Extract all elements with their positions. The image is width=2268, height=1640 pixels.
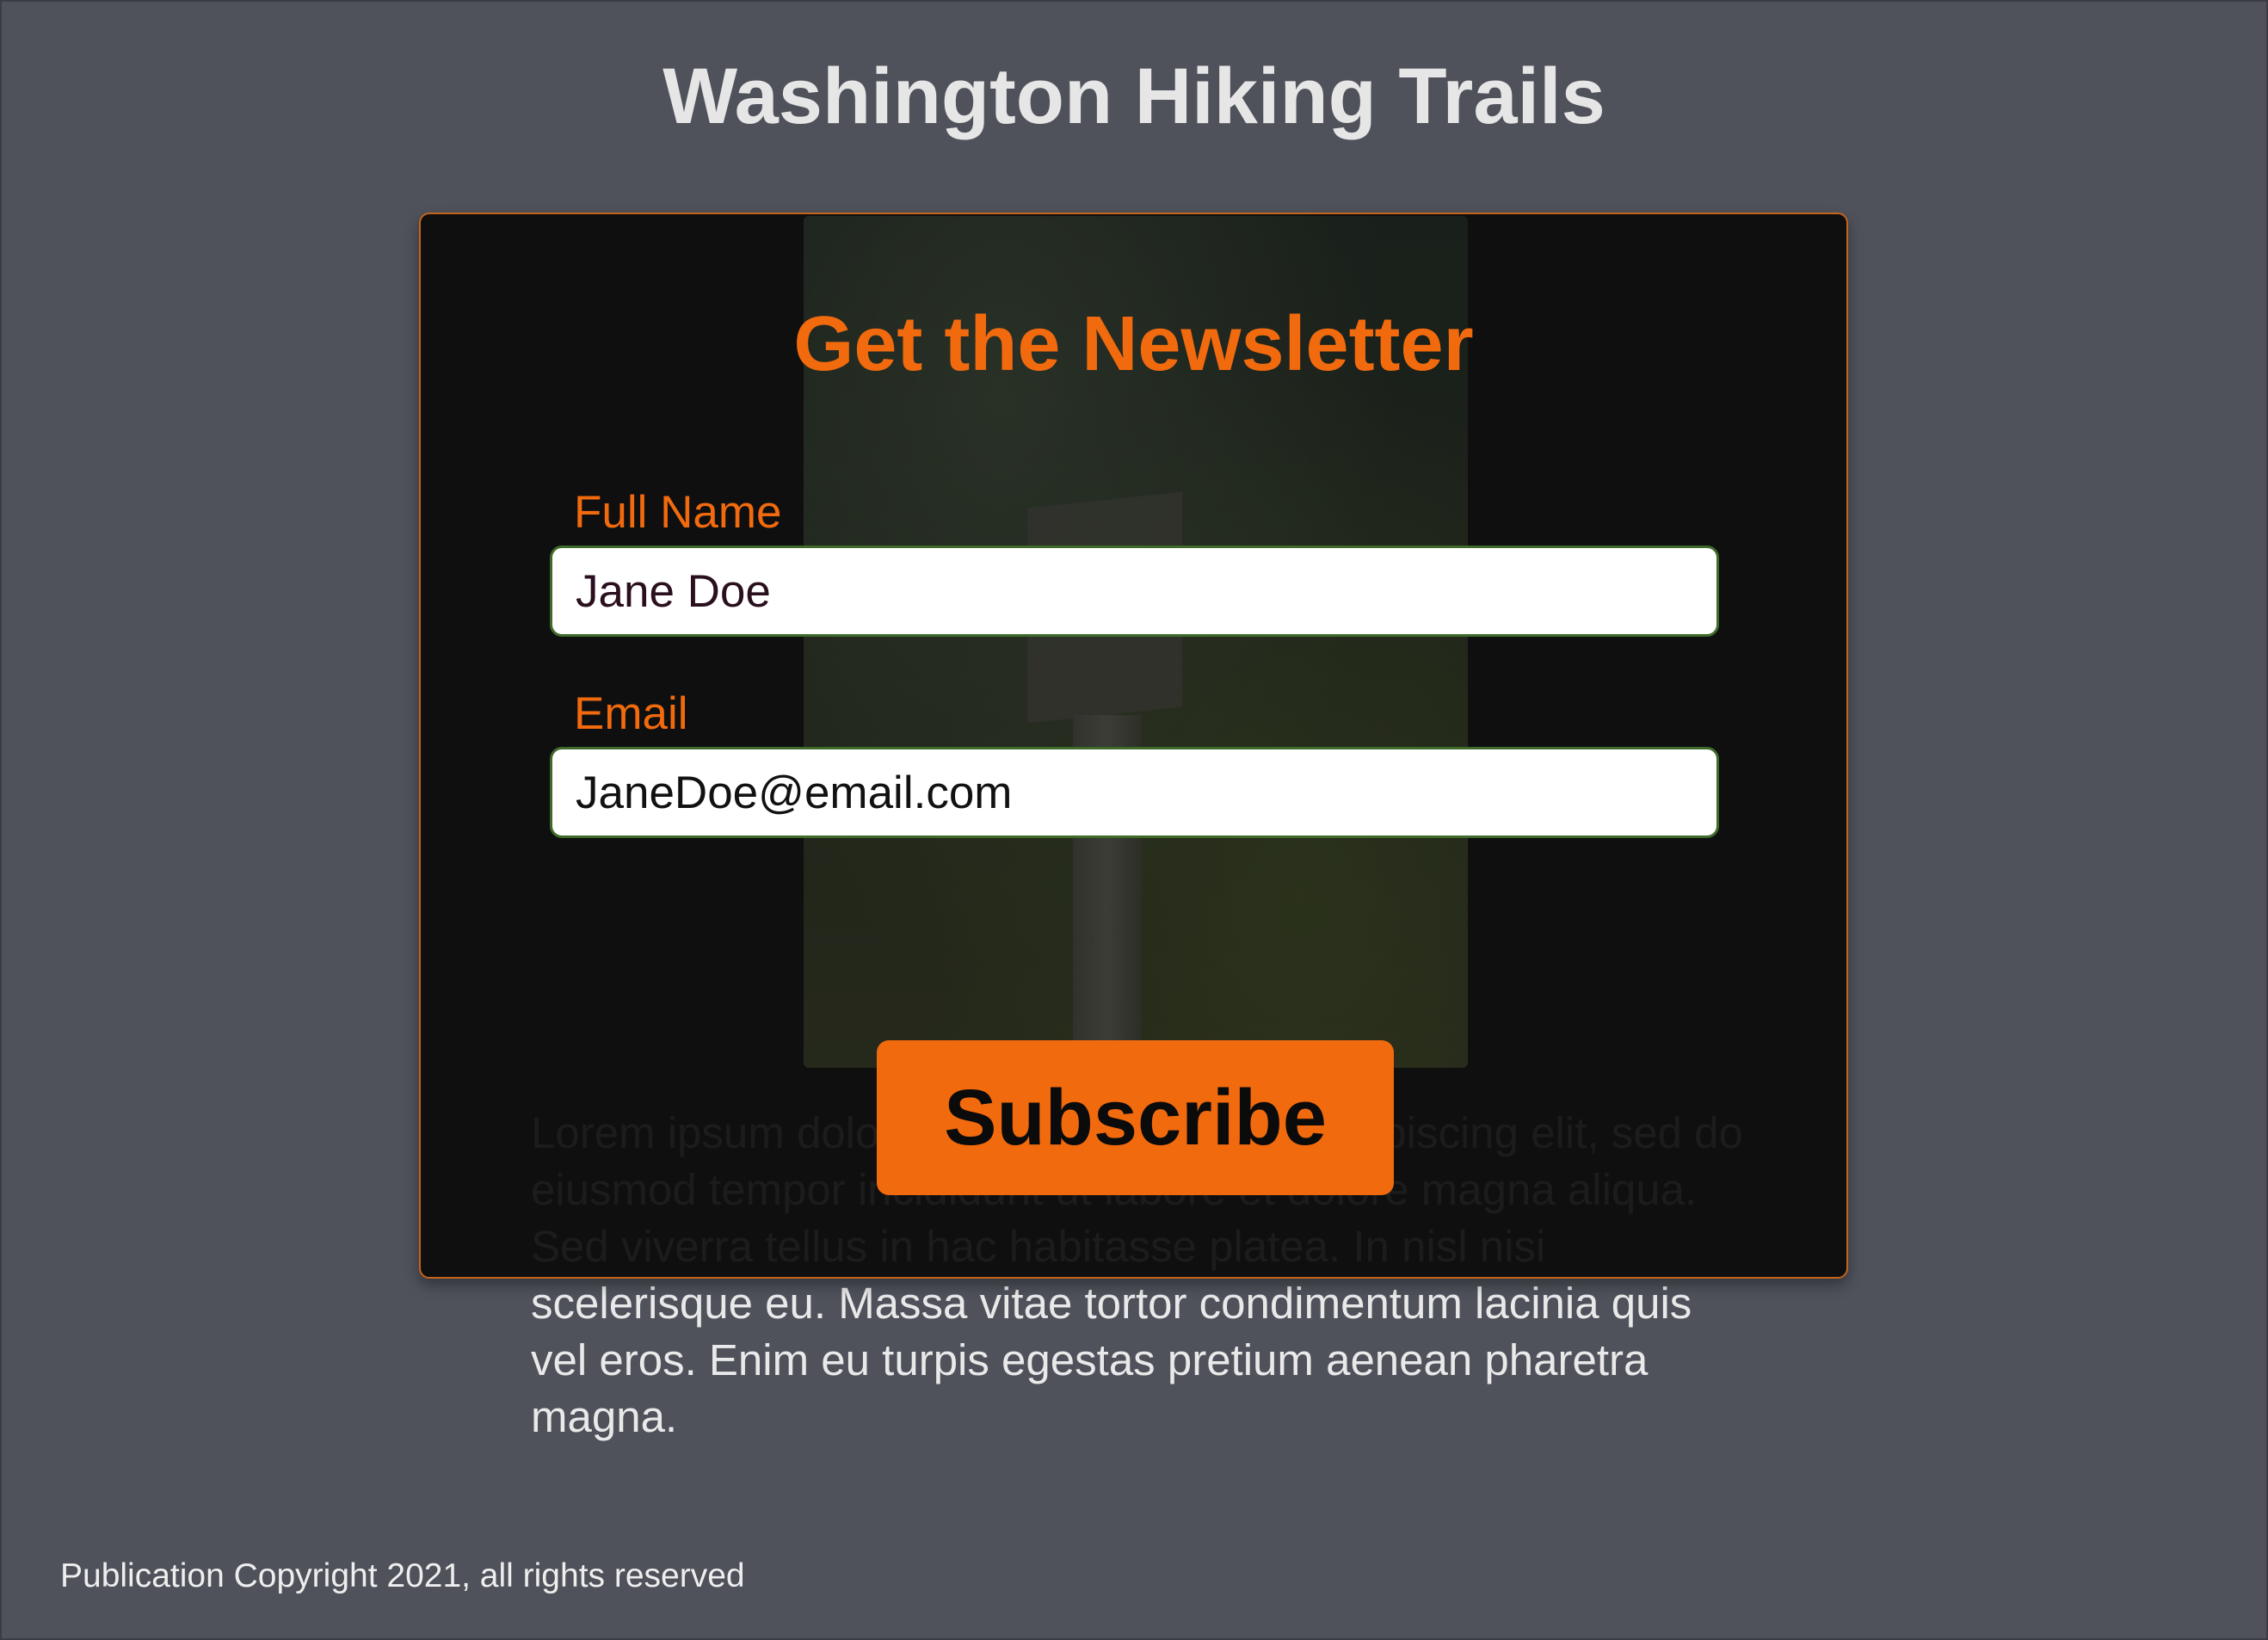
- full-name-label: Full Name: [574, 487, 782, 538]
- full-name-field[interactable]: [550, 546, 1719, 637]
- email-label: Email: [574, 688, 688, 739]
- subscribe-button[interactable]: Subscribe: [877, 1040, 1394, 1195]
- newsletter-modal: Get the Newsletter Full Name Email Subsc…: [419, 213, 1848, 1279]
- email-field[interactable]: [550, 747, 1719, 838]
- footer-copyright: Publication Copyright 2021, all rights r…: [60, 1557, 745, 1594]
- page-title: Washington Hiking Trails: [663, 52, 1605, 140]
- newsletter-title: Get the Newsletter: [793, 301, 1474, 387]
